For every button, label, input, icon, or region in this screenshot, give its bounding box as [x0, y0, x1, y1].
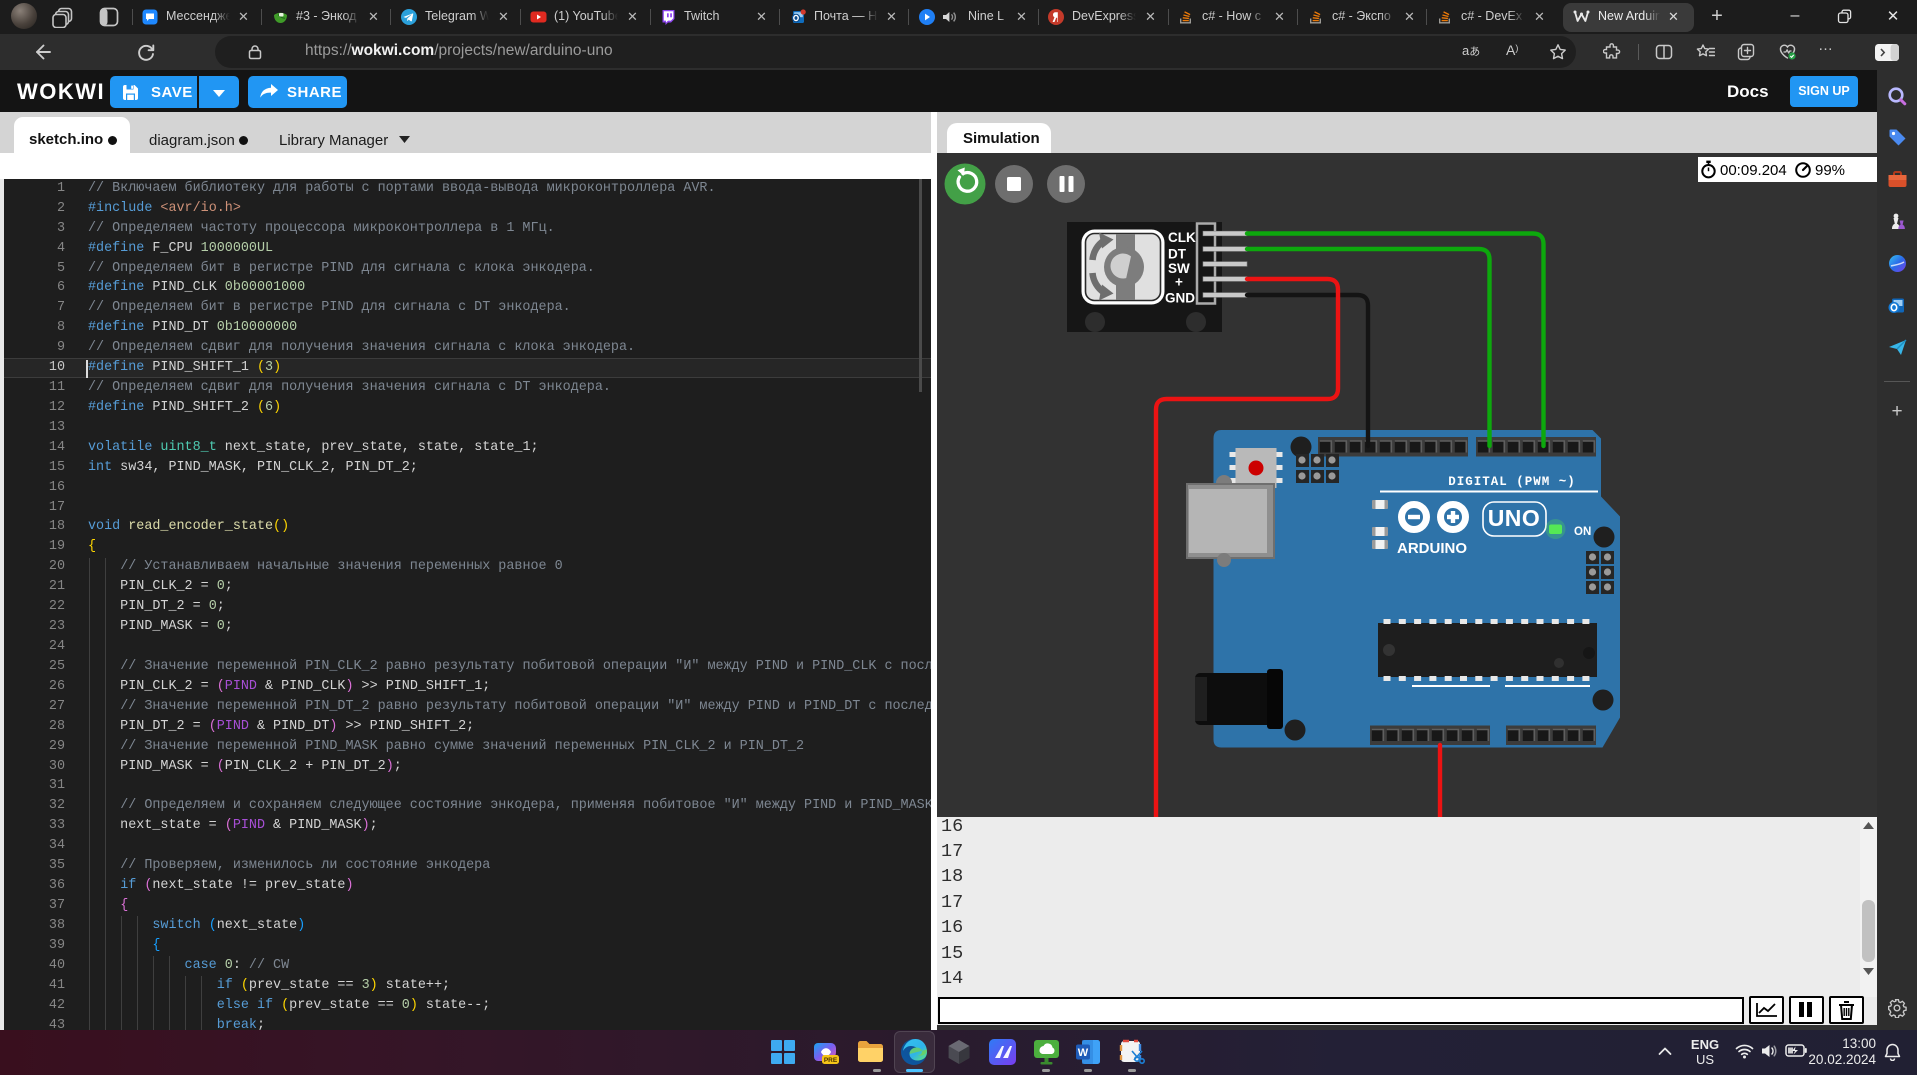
- svg-text:00:09.204: 00:09.204: [1720, 162, 1787, 179]
- svg-text:W: W: [1078, 1047, 1089, 1059]
- svg-text:+: +: [1175, 275, 1183, 290]
- svg-text:PRE: PRE: [824, 1057, 838, 1064]
- svg-text:99%: 99%: [1815, 162, 1845, 179]
- svg-text:ON: ON: [1574, 526, 1591, 538]
- svg-text:GND: GND: [1165, 291, 1195, 306]
- svg-text:CLK: CLK: [1168, 230, 1196, 245]
- svg-text:ARDUINO: ARDUINO: [1397, 540, 1467, 557]
- svg-text:DIGITAL (PWM ~): DIGITAL (PWM ~): [1448, 475, 1576, 489]
- svg-text:DT: DT: [1168, 247, 1187, 262]
- svg-text:UNO: UNO: [1488, 505, 1541, 531]
